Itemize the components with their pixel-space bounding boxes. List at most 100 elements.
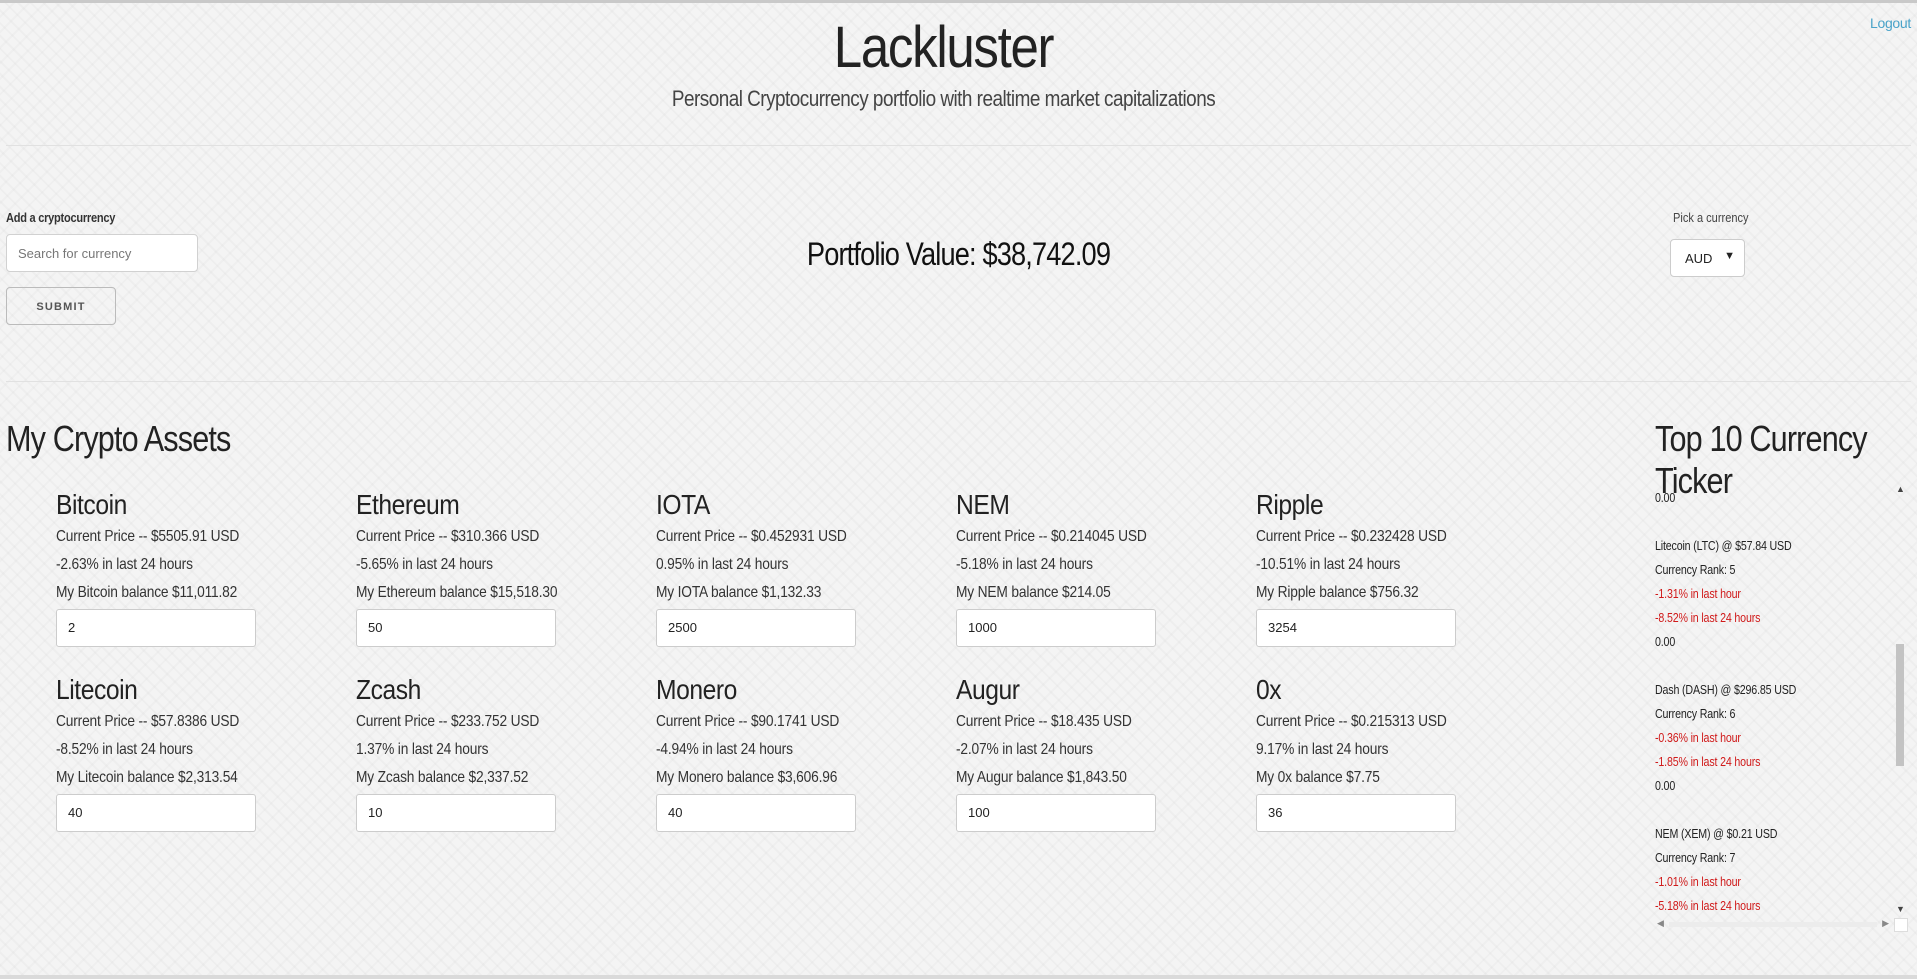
ticker-item-day-change: -5.18% in last 24 hours — [1655, 898, 1761, 913]
app-title: Lackluster — [833, 15, 1055, 80]
asset-change: -2.07% in last 24 hours — [956, 741, 1093, 758]
logout-link[interactable]: Logout — [1870, 15, 1911, 31]
asset-name: Augur — [956, 674, 1020, 705]
ticker-item-header: NEM (XEM) @ $0.21 USD — [1655, 826, 1778, 841]
asset-card: NEM Current Price -- $0.214045 USD -5.18… — [956, 489, 1216, 647]
asset-quantity-input[interactable]: 3254 — [1256, 609, 1456, 647]
asset-balance: My Bitcoin balance $11,011.82 — [56, 584, 238, 601]
ticker-item-hour-change: -1.01% in last hour — [1655, 874, 1741, 889]
asset-card: Monero Current Price -- $90.1741 USD -4.… — [656, 674, 916, 832]
asset-price: Current Price -- $0.214045 USD — [956, 528, 1147, 545]
asset-price: Current Price -- $310.366 USD — [356, 528, 540, 545]
asset-name: Litecoin — [56, 674, 138, 705]
asset-price: Current Price -- $0.215313 USD — [1256, 713, 1447, 730]
asset-change: -5.18% in last 24 hours — [956, 556, 1093, 573]
currency-select-value: AUD — [1685, 251, 1713, 266]
asset-balance: My NEM balance $214.05 — [956, 584, 1111, 601]
asset-card: Ripple Current Price -- $0.232428 USD -1… — [1256, 489, 1516, 647]
scrollbar-corner — [1894, 918, 1908, 932]
asset-change: -4.94% in last 24 hours — [656, 741, 793, 758]
asset-change: -8.52% in last 24 hours — [56, 741, 193, 758]
ticker-value: 0.00 — [1655, 778, 1676, 793]
asset-quantity-input[interactable]: 40 — [56, 794, 256, 832]
asset-name: Ethereum — [356, 489, 460, 520]
asset-price: Current Price -- $90.1741 USD — [656, 713, 840, 730]
app-subtitle: Personal Cryptocurrency portfolio with r… — [671, 86, 1216, 111]
asset-quantity-input[interactable]: 10 — [356, 794, 556, 832]
ticker-item-hour-change: -1.31% in last hour — [1655, 586, 1741, 601]
asset-quantity-input[interactable]: 2500 — [656, 609, 856, 647]
divider — [6, 381, 1911, 382]
asset-price: Current Price -- $18.435 USD — [956, 713, 1132, 730]
asset-quantity-input[interactable]: 100 — [956, 794, 1156, 832]
asset-quantity-input[interactable]: 50 — [356, 609, 556, 647]
ticker-value: 0.00 — [1655, 490, 1676, 505]
ticker-item-rank: Currency Rank: 7 — [1655, 850, 1736, 865]
pick-currency-label: Pick a currency — [1673, 210, 1749, 225]
asset-name: Bitcoin — [56, 489, 127, 520]
asset-card: Ethereum Current Price -- $310.366 USD -… — [356, 489, 616, 647]
scroll-down-arrow-icon[interactable]: ▼ — [1896, 904, 1905, 914]
asset-card: Zcash Current Price -- $233.752 USD 1.37… — [356, 674, 616, 832]
asset-change: 9.17% in last 24 hours — [1256, 741, 1389, 758]
scroll-left-arrow-icon[interactable]: ◀ — [1657, 918, 1664, 929]
asset-balance: My Monero balance $3,606.96 — [656, 769, 838, 786]
asset-name: 0x — [1256, 674, 1282, 705]
scrollbar-thumb[interactable] — [1896, 644, 1904, 766]
currency-select[interactable]: AUD ▼ — [1670, 239, 1745, 277]
submit-button[interactable]: SUBMIT — [6, 287, 116, 325]
asset-change: -2.63% in last 24 hours — [56, 556, 193, 573]
bottom-border — [0, 975, 1917, 979]
asset-balance: My Litecoin balance $2,313.54 — [56, 769, 238, 786]
asset-card: 0x Current Price -- $0.215313 USD 9.17% … — [1256, 674, 1516, 832]
ticker-value: 0.00 — [1655, 634, 1676, 649]
asset-price: Current Price -- $57.8386 USD — [56, 713, 240, 730]
asset-quantity-input[interactable]: 2 — [56, 609, 256, 647]
asset-card: Bitcoin Current Price -- $5505.91 USD -2… — [56, 489, 316, 647]
dropdown-arrow-icon: ▼ — [1724, 250, 1735, 262]
portfolio-value-text: Portfolio Value: $38,742.09 — [806, 236, 1111, 272]
asset-name: NEM — [956, 489, 1010, 520]
top-border — [0, 0, 1917, 3]
ticker-item-rank: Currency Rank: 6 — [1655, 706, 1736, 721]
add-crypto-label: Add a cryptocurrency — [6, 210, 116, 225]
asset-price: Current Price -- $0.452931 USD — [656, 528, 847, 545]
asset-card: Litecoin Current Price -- $57.8386 USD -… — [56, 674, 316, 832]
ticker-horizontal-scrollbar[interactable]: ◀ ▶ — [1657, 918, 1889, 930]
ticker-item-day-change: -8.52% in last 24 hours — [1655, 610, 1761, 625]
asset-quantity-input[interactable]: 1000 — [956, 609, 1156, 647]
asset-balance: My IOTA balance $1,132.33 — [656, 584, 822, 601]
asset-balance: My Zcash balance $2,337.52 — [356, 769, 529, 786]
asset-balance: My Ripple balance $756.32 — [1256, 584, 1419, 601]
asset-change: -10.51% in last 24 hours — [1256, 556, 1401, 573]
ticker-list[interactable]: 0.00 Litecoin (LTC) @ $57.84 USD Currenc… — [1655, 486, 1895, 916]
asset-quantity-input[interactable]: 36 — [1256, 794, 1456, 832]
ticker-item-hour-change: -0.36% in last hour — [1655, 730, 1741, 745]
ticker-item-rank: Currency Rank: 5 — [1655, 562, 1736, 577]
asset-price: Current Price -- $233.752 USD — [356, 713, 540, 730]
scrollbar-track[interactable] — [1669, 922, 1877, 927]
asset-price: Current Price -- $5505.91 USD — [56, 528, 240, 545]
asset-change: 1.37% in last 24 hours — [356, 741, 489, 758]
asset-price: Current Price -- $0.232428 USD — [1256, 528, 1447, 545]
asset-balance: My Augur balance $1,843.50 — [956, 769, 1127, 786]
asset-quantity-input[interactable]: 40 — [656, 794, 856, 832]
asset-card: IOTA Current Price -- $0.452931 USD 0.95… — [656, 489, 916, 647]
asset-change: -5.65% in last 24 hours — [356, 556, 493, 573]
asset-name: IOTA — [656, 489, 710, 520]
asset-name: Zcash — [356, 674, 421, 705]
asset-balance: My 0x balance $7.75 — [1256, 769, 1380, 786]
asset-card: Augur Current Price -- $18.435 USD -2.07… — [956, 674, 1216, 832]
ticker-vertical-scrollbar[interactable]: ▲ ▼ — [1893, 484, 1907, 914]
asset-name: Ripple — [1256, 489, 1324, 520]
scroll-right-arrow-icon[interactable]: ▶ — [1882, 918, 1889, 929]
ticker-item-header: Dash (DASH) @ $296.85 USD — [1655, 682, 1797, 697]
asset-change: 0.95% in last 24 hours — [656, 556, 789, 573]
divider — [6, 145, 1911, 146]
assets-title: My Crypto Assets — [6, 418, 231, 459]
ticker-item-header: Litecoin (LTC) @ $57.84 USD — [1655, 538, 1792, 553]
ticker-item-day-change: -1.85% in last 24 hours — [1655, 754, 1761, 769]
portfolio-value: Portfolio Value: $38,742.09 — [144, 236, 1773, 273]
asset-balance: My Ethereum balance $15,518.30 — [356, 584, 558, 601]
scroll-up-arrow-icon[interactable]: ▲ — [1896, 484, 1905, 494]
